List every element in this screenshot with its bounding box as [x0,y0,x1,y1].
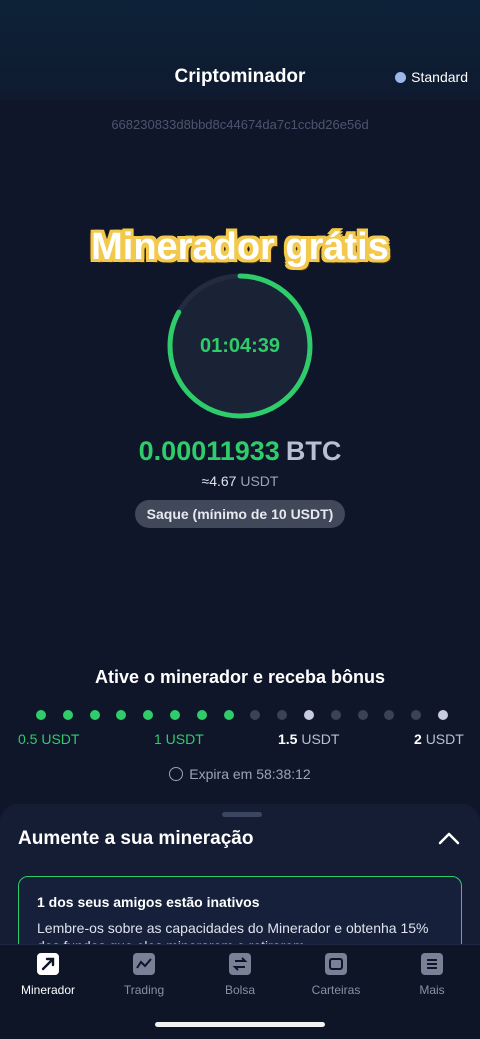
progress-dot [170,710,180,720]
stopwatch-icon [169,767,184,781]
milestone-4: 2 USDT [414,731,464,747]
btc-balance: 0.00011933 BTC [0,436,480,467]
progress-dot [223,710,234,720]
milestone-1-value: 0.5 USDT [18,731,80,747]
timer-value: 01:04:39 [199,335,281,357]
nav-label: Carteiras [311,983,361,997]
usdt-approx-unit: USDT [240,473,279,489]
bonus-expiry: Expira em 58:38:12 [0,766,480,782]
menu-icon [421,953,443,975]
sheet-drag-handle[interactable] [222,812,262,817]
milestone-4-value: 2 [414,731,422,747]
nav-item-trading[interactable]: Trading [96,953,192,997]
wallet-icon [325,953,347,975]
progress-dot [250,710,261,720]
progress-dot [277,710,288,720]
milestone-3: 1.5 USDT [278,731,339,747]
mode-label: Standard [411,69,468,85]
milestone-2-value: 1 USDT [154,731,204,747]
nav-item-carteiras[interactable]: Carteiras [288,953,384,997]
btc-value: 0.00011933 [138,436,280,466]
progress-dot [36,710,46,720]
bonus-progress-dots [0,710,480,722]
pickaxe-icon [37,953,59,975]
nav-item-bolsa[interactable]: Bolsa [192,953,288,997]
card-title: 1 dos seus amigos estão inativos [37,894,260,910]
status-dot-icon [395,71,407,83]
bonus-title: Ative o minerador e receba bônus [94,667,386,687]
home-indicator[interactable] [155,1022,325,1027]
progress-dot [384,710,395,720]
promo-banner: Minerador grátis [91,226,389,268]
progress-dot [411,710,422,720]
expiry-text: Expira em 58:38:12 [189,766,311,782]
milestone-4-unit: USDT [425,731,464,747]
progress-dot [89,710,100,720]
milestone-1: 0.5 USDT [18,731,79,747]
nav-label: Mais [419,983,445,997]
boost-title: Aumente a sua mineração [18,828,254,849]
mode-indicator[interactable]: Standard [395,69,468,85]
usdt-approx-value: ≈4.67 [201,473,237,489]
nav-label: Trading [123,983,165,997]
withdraw-button[interactable]: Saque (mínimo de 10 USDT) [135,500,345,528]
milestone-3-value: 1.5 [278,731,298,747]
progress-dot [330,710,341,720]
chart-icon [133,953,155,975]
progress-dot [357,710,368,720]
nav-label: Minerador [20,983,76,997]
progress-dot [143,710,154,720]
progress-dot [304,710,314,720]
device-id: 668230833d8bbd8c44674da7c1ccbd26e56d [111,117,369,132]
mining-timer: 01:04:39 [164,270,316,422]
nav-item-mais[interactable]: Mais [384,953,480,997]
progress-dot [116,710,127,720]
exchange-icon [229,953,251,975]
chevron-up-icon[interactable] [438,830,460,846]
progress-dot [62,710,73,720]
btc-unit: BTC [285,436,342,466]
nav-label: Bolsa [224,983,256,997]
milestone-2: 1 USDT [154,731,204,747]
milestone-3-unit: USDT [301,731,340,747]
nav-item-minerador[interactable]: Minerador [0,953,96,997]
progress-dot [196,710,207,720]
usdt-approx: ≈4.67 USDT [0,473,480,489]
progress-dot [438,710,448,720]
